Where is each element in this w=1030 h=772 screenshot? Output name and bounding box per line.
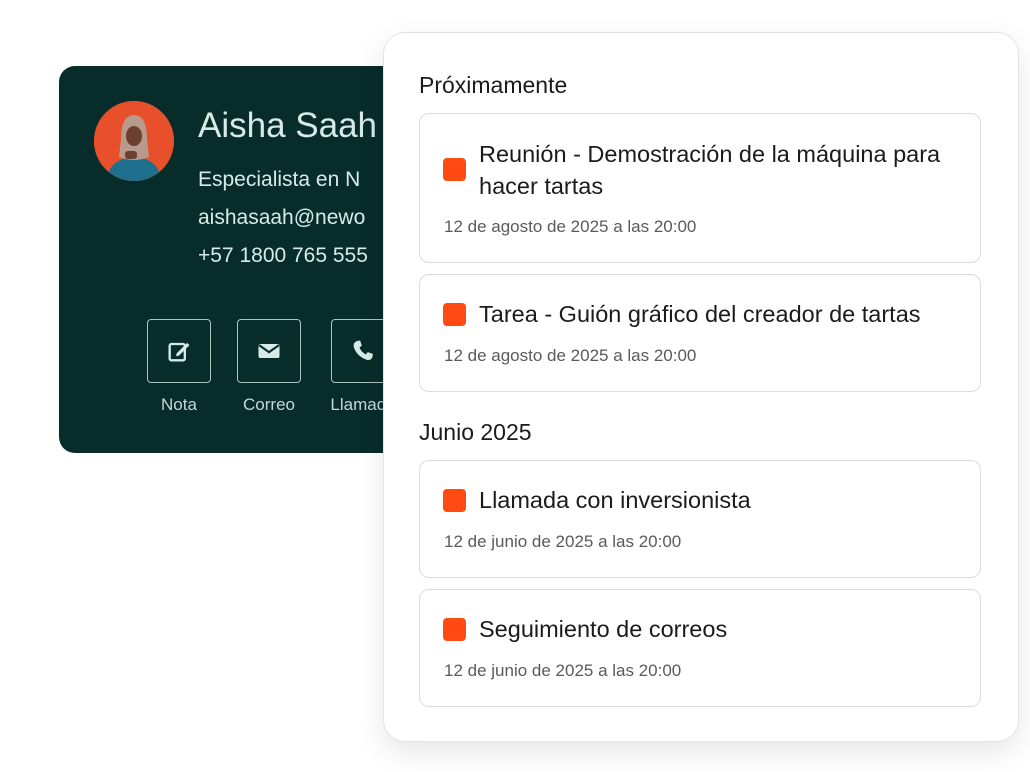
event-title: Llamada con inversionista [479,487,751,513]
event-date: 12 de agosto de 2025 a las 20:00 [444,217,697,236]
event-date: 12 de junio de 2025 a las 20:00 [444,532,682,551]
email-action-label: Correo [243,395,295,414]
event-card[interactable]: Tarea - Guión gráfico del creador de tar… [419,274,981,392]
mail-icon [258,344,280,358]
event-title: Seguimiento de correos [479,616,728,642]
event-card[interactable]: Llamada con inversionista 12 de junio de… [419,460,981,578]
person-photo-icon [94,101,174,181]
note-action-box[interactable] [147,319,211,383]
activity-panel: Próximamente Reunión - Demostración de l… [383,32,1019,742]
note-action-label: Nota [161,395,197,414]
contact-phone[interactable]: +57 1800 765 555 [198,244,368,268]
event-title: Tarea - Guión gráfico del creador de tar… [479,301,921,327]
edit-icon [168,342,190,362]
contact-card: Aisha Saah Especialista en N aishasaah@n… [59,66,439,453]
event-card[interactable]: Reunión - Demostración de la máquina par… [419,113,981,263]
june-2025-heading: Junio 2025 [419,419,532,445]
event-status-icon [443,158,466,181]
note-action-button[interactable]: Nota [146,319,212,415]
event-status-icon [443,618,466,641]
contact-email[interactable]: aishasaah@newo [198,206,365,230]
contact-job-title: Especialista en N [198,168,361,191]
email-action-box[interactable] [237,319,301,383]
event-date: 12 de agosto de 2025 a las 20:00 [444,346,697,365]
email-action-button[interactable]: Correo [236,319,302,415]
upcoming-heading: Próximamente [419,72,568,98]
event-status-icon [443,489,466,512]
event-date: 12 de junio de 2025 a las 20:00 [444,661,682,680]
avatar[interactable] [94,101,174,181]
event-title: Reunión - Demostración de la máquina par… [479,141,941,199]
contact-name: Aisha Saah [198,106,378,145]
event-status-icon [443,303,466,326]
event-card[interactable]: Seguimiento de correos 12 de junio de 20… [419,589,981,707]
phone-icon [353,340,373,361]
